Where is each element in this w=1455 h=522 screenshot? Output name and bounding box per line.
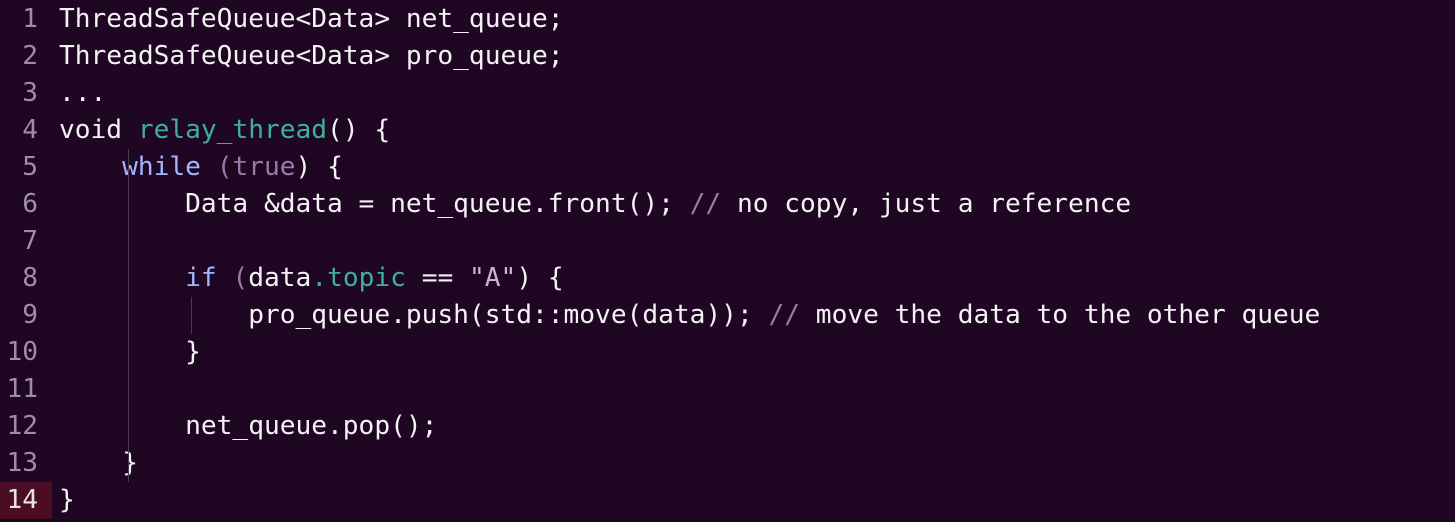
code-text[interactable]: } xyxy=(59,482,75,519)
line-number: 3 xyxy=(22,78,38,108)
code-line[interactable]: 11 xyxy=(0,371,1455,408)
code-token: == xyxy=(405,263,469,293)
code-line[interactable]: 14} xyxy=(0,482,1455,519)
line-number: 1 xyxy=(22,4,38,34)
code-token: () { xyxy=(327,115,391,145)
code-line[interactable]: 10 } xyxy=(0,334,1455,371)
code-text[interactable]: if (data.topic == "A") { xyxy=(59,260,564,297)
line-number: 8 xyxy=(22,263,38,293)
code-token: // xyxy=(689,189,737,219)
code-token: ... xyxy=(59,78,107,108)
code-text[interactable]: while (true) { xyxy=(59,149,343,186)
code-token: Data &data = net_queue.front(); xyxy=(59,189,690,219)
code-token: net_queue.pop(); xyxy=(59,411,438,441)
code-token: ) { xyxy=(295,152,343,182)
code-token: true xyxy=(232,152,296,182)
line-number: 14 xyxy=(0,482,52,519)
line-number: 10 xyxy=(6,337,38,367)
code-line[interactable]: 1 ThreadSafeQueue<Data> net_queue; xyxy=(0,1,1455,38)
code-token: while xyxy=(122,152,201,182)
code-text[interactable]: net_queue.pop(); xyxy=(59,408,437,445)
line-number: 7 xyxy=(22,226,38,256)
code-token: ThreadSafeQueue<Data> net_queue; xyxy=(59,4,564,34)
code-token: data xyxy=(248,263,312,293)
line-number: 13 xyxy=(6,448,38,478)
code-line[interactable]: 6 Data &data = net_queue.front(); // no … xyxy=(0,186,1455,223)
code-token: "A" xyxy=(469,263,517,293)
code-token: move the data to the other queue xyxy=(815,300,1321,330)
code-text[interactable]: } xyxy=(59,445,138,482)
code-line[interactable]: 12 net_queue.pop(); xyxy=(0,408,1455,445)
code-line[interactable]: 4 void relay_thread() { xyxy=(0,112,1455,149)
code-text[interactable]: ThreadSafeQueue<Data> pro_queue; xyxy=(59,38,564,75)
code-token: void xyxy=(59,115,138,145)
code-line[interactable]: 5 while (true) { xyxy=(0,149,1455,186)
code-line[interactable]: 3... xyxy=(0,75,1455,112)
code-editor[interactable]: 1 ThreadSafeQueue<Data> net_queue; 2 Thread… xyxy=(0,0,1455,522)
code-line[interactable]: 7 xyxy=(0,223,1455,260)
code-text[interactable]: ... xyxy=(59,75,106,112)
indent-guide xyxy=(128,149,130,482)
code-token: } xyxy=(59,337,201,367)
code-line[interactable]: 2 ThreadSafeQueue<Data> pro_queue; xyxy=(0,38,1455,75)
line-number: 11 xyxy=(6,374,38,404)
code-text[interactable]: Data &data = net_queue.front(); // no co… xyxy=(59,186,1131,223)
code-text[interactable]: } xyxy=(59,334,201,371)
code-token: .topic xyxy=(311,263,406,293)
code-text[interactable]: void relay_thread() { xyxy=(59,112,390,149)
code-token: ThreadSafeQueue<Data> pro_queue; xyxy=(59,41,564,71)
code-token: // xyxy=(768,300,816,330)
code-token: no copy, just a reference xyxy=(736,189,1132,219)
code-token: } xyxy=(59,448,138,478)
code-token: if xyxy=(185,263,217,293)
code-line[interactable]: 13 } xyxy=(0,445,1455,482)
line-number: 2 xyxy=(22,41,38,71)
code-line[interactable]: 8 if (data.topic == "A") { xyxy=(0,260,1455,297)
code-token: pro_queue.push(std::move(data)); xyxy=(59,300,769,330)
code-token: ( xyxy=(216,263,249,293)
indent-guide xyxy=(191,297,193,334)
line-number: 6 xyxy=(22,189,38,219)
line-number: 4 xyxy=(22,115,38,145)
line-number: 12 xyxy=(6,411,38,441)
code-token: } xyxy=(59,485,75,515)
code-token: ) { xyxy=(516,263,564,293)
code-text[interactable]: ThreadSafeQueue<Data> net_queue; xyxy=(59,1,564,38)
code-text[interactable]: pro_queue.push(std::move(data)); // move… xyxy=(59,297,1320,334)
line-number: 9 xyxy=(22,300,38,330)
code-line[interactable]: 9 pro_queue.push(std::move(data)); // mo… xyxy=(0,297,1455,334)
code-token: ( xyxy=(200,152,233,182)
code-token: relay_thread xyxy=(137,115,328,145)
line-number: 5 xyxy=(22,152,38,182)
